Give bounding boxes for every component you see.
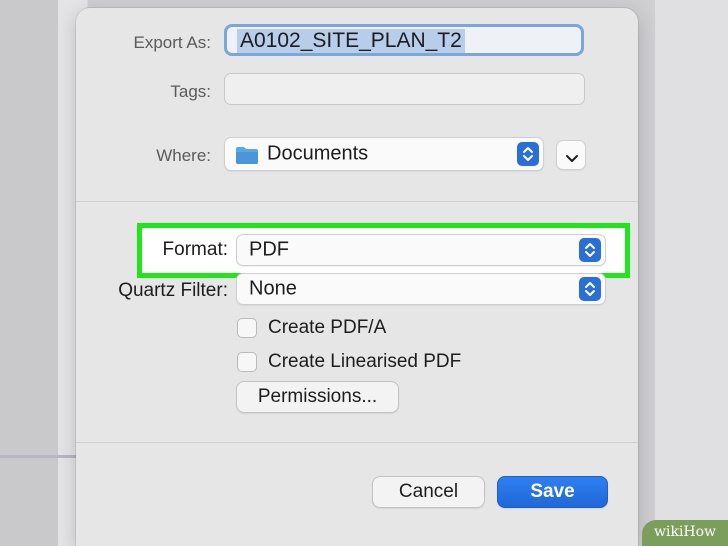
permissions-button[interactable]: Permissions... [236,381,399,413]
format-popup[interactable]: PDF [236,234,606,266]
expand-button[interactable] [556,140,586,170]
updown-icon [579,238,601,262]
quartz-filter-label: Quartz Filter: [118,280,228,301]
quartz-filter-value: None [249,277,297,300]
create-pdfa-checkbox[interactable] [237,318,257,338]
create-pdfa-label: Create PDF/A [268,317,387,338]
where-popup[interactable]: Documents [224,137,544,171]
export-as-input[interactable]: A0102_SITE_PLAN_T2 [224,24,584,56]
tags-input[interactable] [224,73,585,105]
export-as-value: A0102_SITE_PLAN_T2 [237,29,465,53]
updown-icon [579,277,601,301]
background-stripe [0,455,76,458]
divider [76,201,638,202]
wikihow-watermark: wikiHow [642,520,728,546]
quartz-filter-popup[interactable]: None [236,273,606,305]
chevron-down-icon [564,149,580,172]
create-linearised-checkbox[interactable] [237,352,257,372]
export-as-label: Export As: [133,33,211,52]
updown-icon [517,142,539,166]
cancel-button[interactable]: Cancel [372,476,485,508]
export-dialog: Export As: A0102_SITE_PLAN_T2 Tags: Wher… [76,8,638,546]
create-linearised-label: Create Linearised PDF [268,351,462,372]
format-value: PDF [249,238,289,261]
where-value: Documents [267,142,369,165]
divider [76,442,638,443]
format-label: Format: [162,239,228,260]
where-label: Where: [156,146,211,165]
save-button[interactable]: Save [497,476,608,508]
folder-icon [235,145,259,171]
tags-label: Tags: [170,82,211,101]
